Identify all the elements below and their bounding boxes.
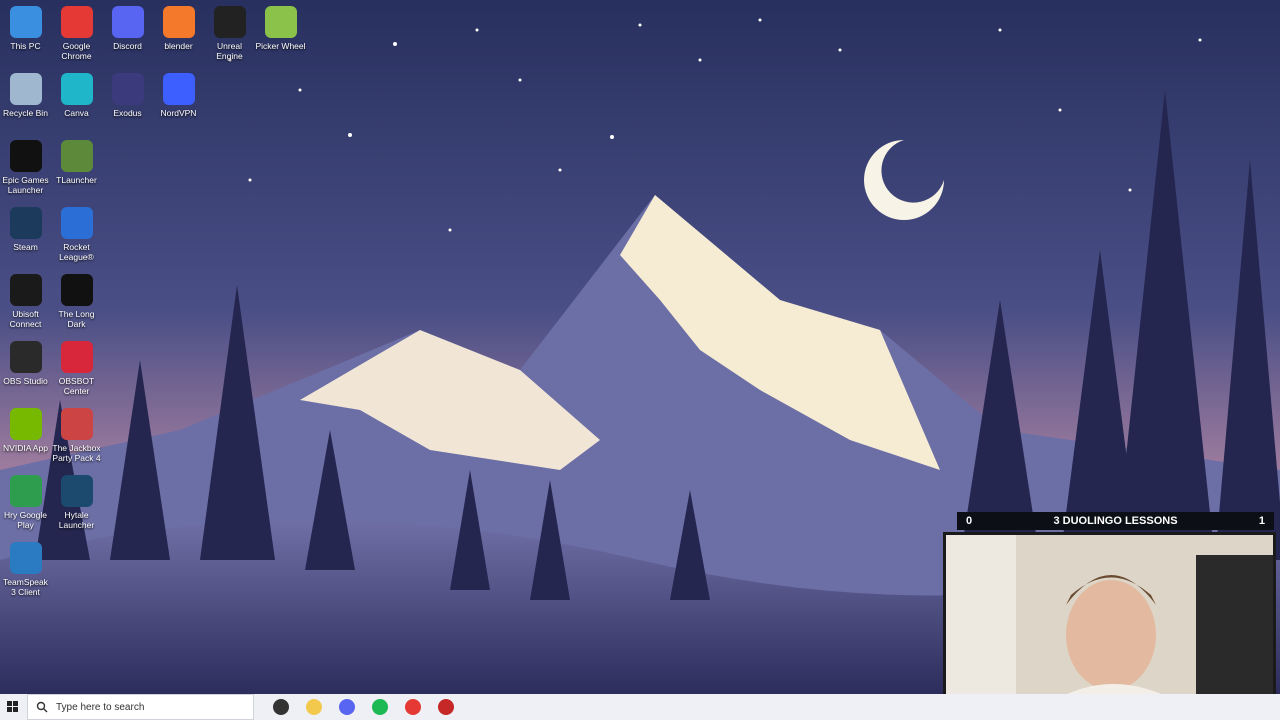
discord-taskbar-icon[interactable] <box>330 694 363 720</box>
nordvpn-icon <box>162 73 195 105</box>
desktop-icon-label: NVIDIA App <box>3 443 48 453</box>
file-explorer-icon-glyph <box>305 699 322 715</box>
desktop-icon[interactable]: TeamSpeak 3 Client <box>0 536 51 597</box>
desktop-icon[interactable]: NVIDIA App <box>0 402 51 453</box>
minecraft-icon <box>60 140 93 172</box>
desktop-icon-label: TLauncher <box>56 175 97 185</box>
desktop-icon[interactable]: OBS Studio <box>0 335 51 386</box>
task-view-icon[interactable] <box>264 694 297 720</box>
desktop-icon-label: Discord <box>113 41 142 51</box>
app-taskbar-icon-glyph <box>437 699 454 715</box>
long-dark-icon <box>60 274 93 306</box>
webcam-image <box>946 535 1273 694</box>
desktop-icon-label: TeamSpeak 3 Client <box>3 577 48 597</box>
webcam-feed <box>943 532 1276 694</box>
windows-icon <box>7 701 18 712</box>
teamspeak-icon <box>9 542 42 574</box>
chrome-taskbar-icon[interactable] <box>396 694 429 720</box>
desktop-icon[interactable]: Hry Google Play <box>0 469 51 530</box>
hytale-icon <box>60 475 93 507</box>
desktop-icon[interactable]: Google Chrome <box>51 0 102 61</box>
desktop-icon[interactable]: Discord <box>102 0 153 51</box>
desktop-icon-label: The Long Dark <box>58 309 95 329</box>
chrome-icon <box>60 6 93 38</box>
discord-taskbar-icon-glyph <box>338 699 355 715</box>
spotify-icon[interactable] <box>363 694 396 720</box>
desktop-icon-label: blender <box>164 41 193 51</box>
desktop-icon-label: Canva <box>64 108 89 118</box>
app-taskbar-icon[interactable] <box>429 694 462 720</box>
desktop-icon-label: Epic Games Launcher <box>2 175 49 195</box>
wheel-icon <box>264 6 297 38</box>
search-icon <box>36 701 48 713</box>
taskbar-search[interactable]: Type here to search <box>27 694 254 720</box>
desktop-icon-label: Picker Wheel <box>255 41 306 51</box>
desktop-icon-label: Ubisoft Connect <box>9 309 42 329</box>
search-placeholder: Type here to search <box>56 701 145 713</box>
right-count: 1 <box>1258 515 1265 527</box>
overlay-title: 3 DUOLINGO LESSONS <box>1053 515 1178 527</box>
desktop-icon[interactable]: This PC <box>0 0 51 51</box>
desktop-icon-label: Recycle Bin <box>3 108 48 118</box>
exodus-icon <box>111 73 144 105</box>
desktop-icon[interactable]: blender <box>153 0 204 51</box>
desktop-icon[interactable]: Picker Wheel <box>255 0 306 51</box>
desktop-icon-label: The Jackbox Party Pack 4 <box>52 443 101 463</box>
desktop-icon[interactable]: Unreal Engine <box>204 0 255 61</box>
desktop-icon[interactable]: Canva <box>51 67 102 118</box>
chrome-taskbar-icon-glyph <box>404 699 421 715</box>
desktop-icon-label: Rocket League® <box>59 242 94 262</box>
desktop-icon-label: This PC <box>10 41 41 51</box>
unreal-icon <box>213 6 246 38</box>
taskbar: Type here to search <box>0 694 1280 720</box>
desktop-icon-label: Hry Google Play <box>4 510 47 530</box>
desktop-icon[interactable]: Rocket League® <box>51 201 102 262</box>
desktop-icon[interactable]: The Jackbox Party Pack 4 <box>51 402 102 463</box>
desktop: This PC Google Chrome Discord blender Unreal… <box>0 0 1280 694</box>
desktop-icon-label: Unreal Engine <box>216 41 243 61</box>
discord-icon <box>111 6 144 38</box>
desktop-icon[interactable]: NordVPN <box>153 67 204 118</box>
desktop-icon[interactable]: The Long Dark <box>51 268 102 329</box>
desktop-icon[interactable]: Recycle Bin <box>0 67 51 118</box>
ubisoft-icon <box>9 274 42 306</box>
steam-icon <box>9 207 42 239</box>
left-count: 0 <box>966 515 973 527</box>
rocket-league-icon <box>60 207 93 239</box>
task-view-icon-glyph <box>272 699 289 715</box>
start-button[interactable] <box>0 694 26 720</box>
desktop-icon-label: OBSBOT Center <box>58 376 95 396</box>
desktop-icon-label: Google Chrome <box>61 41 92 61</box>
google-play-icon <box>9 475 42 507</box>
obs-icon <box>9 341 42 373</box>
desktop-icon-label: Exodus <box>113 108 142 118</box>
desktop-icon[interactable]: Steam <box>0 201 51 252</box>
desktop-icon[interactable]: Epic Games Launcher <box>0 134 51 195</box>
epic-icon <box>9 140 42 172</box>
taskbar-apps <box>264 694 462 720</box>
blender-icon <box>162 6 195 38</box>
desktop-icon[interactable]: Ubisoft Connect <box>0 268 51 329</box>
nvidia-icon <box>9 408 42 440</box>
file-explorer-icon[interactable] <box>297 694 330 720</box>
duolingo-counter-overlay: 0 3 DUOLINGO LESSONS 1 <box>957 512 1274 530</box>
desktop-icon-label: OBS Studio <box>3 376 48 386</box>
desktop-icon-label: Steam <box>13 242 38 252</box>
recycle-bin-icon <box>9 73 42 105</box>
jackbox-icon <box>60 408 93 440</box>
canva-icon <box>60 73 93 105</box>
spotify-icon-glyph <box>371 699 388 715</box>
obsbot-icon <box>60 341 93 373</box>
desktop-icon-label: Hytale Launcher <box>58 510 95 530</box>
desktop-icon[interactable]: Exodus <box>102 67 153 118</box>
desktop-icon-label: NordVPN <box>160 108 197 118</box>
desktop-icon[interactable]: TLauncher <box>51 134 102 185</box>
desktop-icon[interactable]: Hytale Launcher <box>51 469 102 530</box>
desktop-icon[interactable]: OBSBOT Center <box>51 335 102 396</box>
monitor-icon <box>9 6 42 38</box>
